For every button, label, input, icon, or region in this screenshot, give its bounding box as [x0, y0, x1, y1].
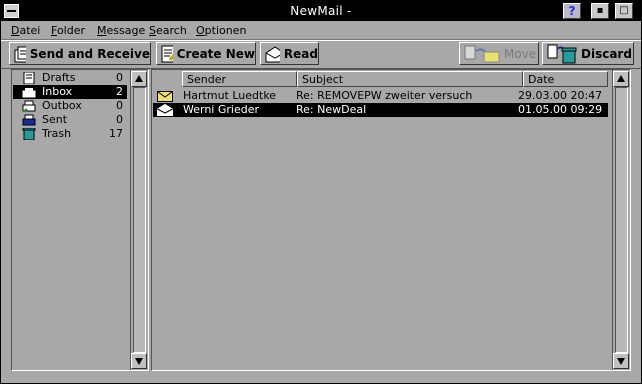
scroll-up-arrow[interactable]: [131, 71, 147, 87]
column-header-date[interactable]: Date: [523, 71, 608, 87]
trash-icon: [22, 128, 36, 140]
folder-name: Drafts: [42, 71, 76, 84]
window-title: NewMail -: [290, 4, 352, 18]
folder-panel: Drafts 0 Inbox 2 Outbox 0 Sent 0 Trash 1…: [11, 69, 149, 371]
draft-icon: [23, 72, 35, 84]
message-row[interactable]: Hartmut Luedtke Re: REMOVEPW zweiter ver…: [153, 89, 608, 103]
folder-list: Drafts 0 Inbox 2 Outbox 0 Sent 0 Trash 1…: [13, 71, 127, 141]
column-header-subject[interactable]: Subject: [297, 71, 523, 87]
open-envelope-icon: [265, 45, 280, 62]
move-button[interactable]: Move: [459, 42, 539, 65]
folder-item-sent[interactable]: Sent 0: [13, 113, 127, 127]
menu-datei[interactable]: Datei: [11, 24, 40, 37]
folder-count: 17: [109, 127, 123, 140]
scroll-down-arrow[interactable]: [131, 353, 147, 369]
read-label: Read: [283, 46, 318, 61]
pencil-icon: [161, 45, 173, 62]
menu-folder[interactable]: Folder: [51, 24, 85, 37]
envelope-closed-icon: [157, 91, 173, 102]
message-subject: Re: REMOVEPW zweiter versuch: [296, 89, 473, 102]
envelope-open-icon: [157, 104, 173, 116]
discard-label: Discard: [581, 46, 632, 61]
create-new-button[interactable]: Create New: [156, 42, 256, 65]
folder-name: Inbox: [42, 85, 73, 98]
folder-name: Outbox: [42, 99, 82, 112]
folder-scrollbar[interactable]: [130, 70, 147, 370]
message-sender: Werni Grieder: [183, 103, 259, 116]
discard-icon: [547, 44, 577, 63]
outbox-icon: [22, 100, 36, 112]
menu-message[interactable]: Message: [97, 24, 145, 37]
scroll-down-arrow[interactable]: [613, 353, 629, 369]
scroll-track[interactable]: [615, 87, 628, 353]
scroll-track[interactable]: [133, 87, 146, 353]
folder-count: 0: [116, 113, 123, 126]
minimize-button[interactable]: ▪: [591, 3, 609, 19]
menu-search[interactable]: Search: [149, 24, 187, 37]
column-header-sender[interactable]: Sender: [182, 71, 297, 87]
folder-name: Sent: [42, 113, 68, 126]
folder-count: 0: [116, 99, 123, 112]
toolbar: Send and Receive Create New Read Move Di…: [1, 40, 641, 69]
create-new-label: Create New: [176, 46, 255, 61]
folder-item-drafts[interactable]: Drafts 0: [13, 71, 127, 85]
folder-name: Trash: [42, 127, 72, 140]
folder-item-trash[interactable]: Trash 17: [13, 127, 127, 141]
folder-item-outbox[interactable]: Outbox 0: [13, 99, 127, 113]
maximize-button[interactable]: □: [615, 3, 633, 19]
folder-count: 0: [116, 71, 123, 84]
inbox-icon: [22, 88, 36, 98]
message-date: 29.03.00 20:47: [518, 89, 603, 102]
message-scrollbar[interactable]: [612, 70, 629, 370]
scroll-up-arrow[interactable]: [613, 71, 629, 87]
main-window: NewMail - ? ▪ □ Datei Folder Message Sea…: [0, 0, 642, 384]
message-sender: Hartmut Luedtke: [183, 89, 277, 102]
menu-optionen[interactable]: Optionen: [196, 24, 246, 37]
read-button[interactable]: Read: [260, 42, 319, 65]
move-icon: [464, 45, 500, 62]
message-subject: Re: NewDeal: [296, 103, 367, 116]
discard-button[interactable]: Discard: [542, 42, 634, 65]
menu-bar: Datei Folder Message Search Optionen: [1, 21, 641, 40]
folder-count: 2: [116, 85, 123, 98]
help-button[interactable]: ?: [563, 3, 581, 19]
send-receive-button[interactable]: Send and Receive: [9, 42, 151, 65]
title-bar: NewMail - ? ▪ □: [1, 1, 641, 21]
move-label: Move: [504, 46, 537, 61]
folder-item-inbox[interactable]: Inbox 2: [13, 85, 127, 99]
sent-icon: [22, 114, 36, 126]
send-receive-label: Send and Receive: [29, 46, 150, 61]
message-panel: Sender Subject Date Hartmut Luedtke Re: …: [151, 69, 631, 371]
message-row[interactable]: Werni Grieder Re: NewDeal 01.05.00 09:29: [153, 103, 608, 117]
send-receive-icon: [14, 46, 26, 62]
message-date: 01.05.00 09:29: [518, 103, 603, 116]
